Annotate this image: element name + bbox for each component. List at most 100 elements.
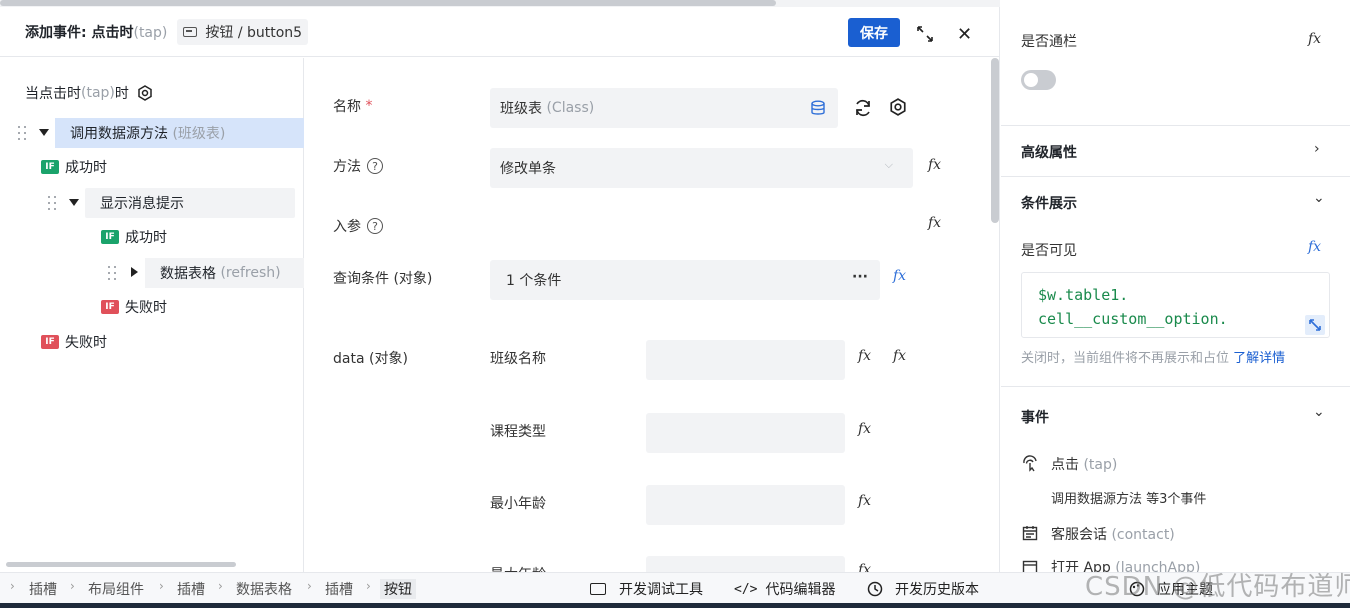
breadcrumb-separator-icon: › [307,579,312,593]
tree-item-success[interactable]: IF 成功时 [41,152,107,182]
fx-icon[interactable]: fx [893,348,906,364]
scrollbar-thumb[interactable] [0,0,776,6]
component-tag-label: 按钮 / button5 [205,24,303,41]
event-config-form: 名称 * 班级表 (Class) 方法? 修改单条 ⌵ fx 入参? fx 查询… [305,58,990,572]
field-input[interactable] [646,485,845,525]
modal-title-text: 添加事件: 点击时 [25,24,134,41]
name-label: 名称 * [333,96,372,116]
more-icon[interactable]: ··· [852,269,868,285]
chevron-down-icon[interactable]: ⌄ [1313,190,1325,206]
breadcrumb-item[interactable]: 插槽 [29,579,57,599]
event-tap[interactable]: 点击 (tap) [1051,454,1117,474]
events-title: 事件 [1021,410,1049,426]
collapse-icon[interactable] [69,199,79,206]
drag-handle-icon[interactable] [108,266,118,282]
watermark: CSDN @低代码布道师 [1085,572,1350,602]
form-scrollbar[interactable] [991,58,999,223]
modal-title-suffix: (tap) [133,24,168,41]
tree-root-suffix: (tap) [81,85,115,101]
fx-icon[interactable]: fx [858,493,871,509]
fx-icon[interactable]: fx [1308,31,1321,47]
tool-label: 开发历史版本 [895,582,979,598]
code-editor-button[interactable]: </> 代码编辑器 [734,579,835,599]
help-icon[interactable]: ? [367,158,383,174]
fx-icon[interactable]: fx [858,562,871,572]
event-detail[interactable]: 调用数据源方法 等3个事件 [1051,488,1206,507]
fx-icon[interactable]: fx [1308,239,1321,255]
drag-handle-icon[interactable] [48,196,58,212]
code-line: cell__custom__option. [1038,310,1228,328]
calendar-icon [1022,526,1038,541]
visibility-expression-editor[interactable]: $w.table1. cell__custom__option. [1021,272,1330,338]
chevron-right-icon[interactable]: › [1314,141,1320,157]
history-button[interactable]: 开发历史版本 [866,579,979,599]
datasource-select[interactable]: 班级表 (Class) [490,88,838,128]
tree-item-success[interactable]: IF 成功时 [101,222,167,252]
tree-item-call-datasource[interactable]: 调用数据源方法 (班级表) [55,118,304,148]
event-name: 点击 [1051,457,1079,473]
field-input[interactable] [646,340,845,380]
banner-section: 是否通栏 fx [1001,0,1350,126]
help-icon[interactable]: ? [367,218,383,234]
breadcrumb-item[interactable]: 布局组件 [88,579,144,599]
banner-toggle[interactable] [1021,70,1056,90]
devtools-button[interactable]: 开发调试工具 [590,579,703,599]
fx-icon[interactable]: fx [928,157,941,173]
devtools-icon [590,583,606,595]
component-tag: 按钮 / button5 [177,18,309,45]
tree-item-fail[interactable]: IF 失败时 [101,292,167,322]
breadcrumb-item[interactable]: 插槽 [325,579,353,599]
tree-item-table-refresh[interactable]: 数据表格 (refresh) [145,258,304,288]
code-icon: </> [734,581,758,597]
collapse-icon[interactable] [39,129,49,136]
fx-icon[interactable]: fx [858,421,871,437]
drag-handle-icon[interactable] [18,126,28,142]
breadcrumb-separator-icon: › [366,579,371,593]
tree-item-label: 显示消息提示 [100,196,184,212]
chevron-down-icon[interactable]: ⌄ [1313,404,1325,420]
calendar-icon [1022,560,1038,572]
breadcrumb-item-current[interactable]: 按钮 [380,579,416,599]
tree-root-label: 当点击时 [25,86,81,102]
fx-icon[interactable]: fx [858,348,871,364]
tree-scrollbar[interactable] [6,562,236,567]
learn-more-link[interactable]: 了解详情 [1233,351,1285,366]
tree-root-after: 时 [114,86,129,102]
refresh-icon[interactable] [853,98,873,118]
breadcrumb-item[interactable]: 插槽 [177,579,205,599]
close-icon[interactable]: ✕ [957,24,972,45]
field-input[interactable] [646,556,845,572]
if-badge: IF [41,160,59,174]
event-tree: 当点击时 (tap) 时 调用数据源方法 (班级表) IF 成功时 显示消息提示 IF… [6,58,304,572]
advanced-section[interactable]: 高级属性 › [1001,126,1350,177]
horizontal-scrollbar[interactable] [0,0,1000,7]
name-label-text: 名称 [333,99,361,115]
breadcrumb-item[interactable]: 数据表格 [236,579,292,599]
save-button[interactable]: 保存 [848,18,900,47]
modal-title: 添加事件: 点击时(tap) [25,22,167,42]
breadcrumb-separator-icon: › [218,579,223,593]
expand-arrow-icon[interactable] [131,267,138,277]
tree-item-show-toast[interactable]: 显示消息提示 [85,188,295,218]
method-select[interactable]: 修改单条 ⌵ [490,148,913,188]
tree-item-label: 失败时 [65,335,107,351]
event-suffix: (tap) [1083,457,1118,473]
method-value: 修改单条 [500,161,556,177]
data-label: data (对象) [333,351,408,367]
fx-icon[interactable]: fx [893,268,906,284]
expand-icon[interactable] [916,25,934,43]
breadcrumb-separator-icon: › [70,579,75,593]
settings-icon[interactable] [889,98,907,116]
if-badge: IF [101,230,119,244]
settings-icon[interactable] [137,85,153,101]
tree-item-fail[interactable]: IF 失败时 [41,327,107,357]
field-label: 最大年龄 [490,564,546,572]
fx-icon[interactable]: fx [928,215,941,231]
query-condition-input[interactable]: 1 个条件 ··· [490,260,880,300]
database-icon [811,100,825,115]
event-contact[interactable]: 客服会话 (contact) [1051,524,1175,544]
event-name: 客服会话 [1051,527,1107,543]
field-input[interactable] [646,413,845,453]
expand-editor-icon[interactable] [1305,315,1325,335]
field-label: 班级名称 [490,351,546,367]
